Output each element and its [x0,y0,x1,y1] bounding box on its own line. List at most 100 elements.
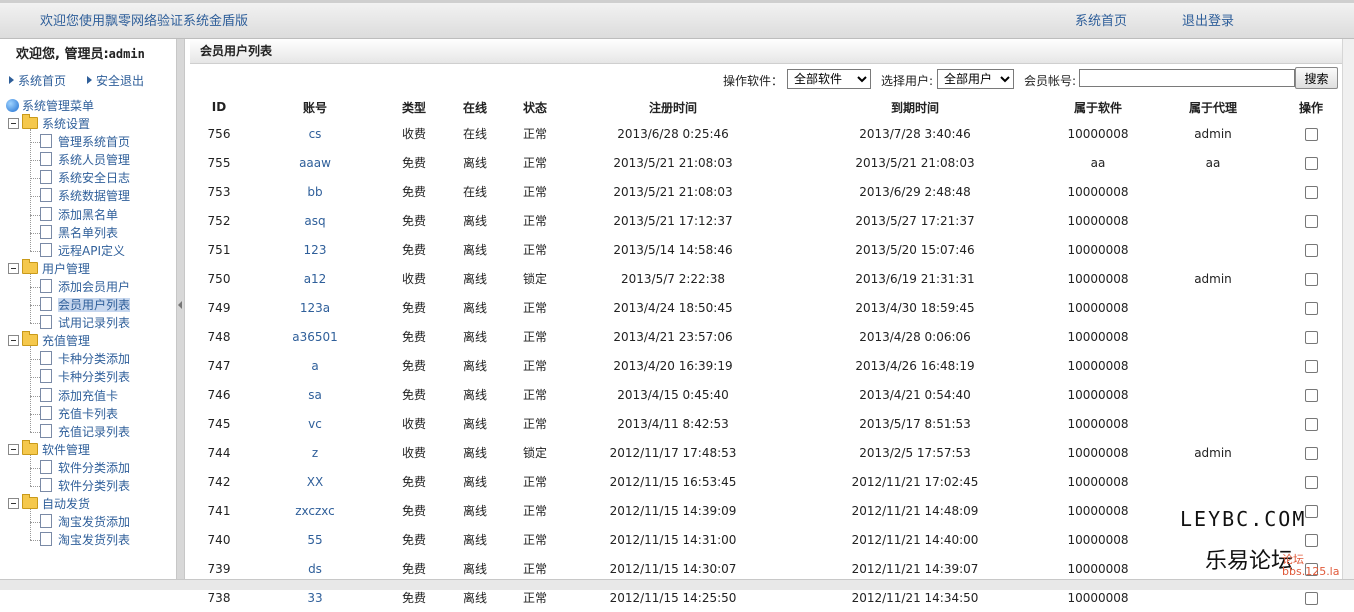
collapse-icon[interactable] [8,335,19,347]
menu-item[interactable]: 淘宝发货添加 [40,513,130,531]
user-select[interactable]: 全部用户 [937,69,1014,89]
menu-item[interactable]: 添加会员用户 [40,278,130,296]
table-header-row: ID 账号 类型 在线 状态 注册时间 到期时间 属于软件 属于代理 操作 [190,95,1342,119]
collapse-icon[interactable] [8,443,19,455]
menu-item[interactable]: 淘宝发货列表 [40,531,130,549]
menu-group[interactable]: 充值管理 [8,331,90,350]
menu-item-label: 添加充值卡 [58,388,119,403]
sidebar-splitter[interactable] [176,39,185,579]
vertical-scrollbar[interactable] [1342,39,1354,579]
account-filter-label: 会员帐号: [1024,74,1077,88]
menu-group[interactable]: 系统设置 [8,114,90,133]
quick-logout-link[interactable]: 安全退出 [87,72,144,89]
menu-item[interactable]: 管理系统首页 [40,133,130,151]
menu-item[interactable]: 软件分类添加 [40,459,130,477]
menu-group[interactable]: 用户管理 [8,258,90,278]
account-link[interactable]: cs [248,119,382,148]
account-link[interactable]: 55 [248,525,382,554]
menu-item[interactable]: 卡种分类列表 [40,368,130,386]
row-action-cell [1280,409,1342,438]
account-link[interactable]: XX [248,467,382,496]
watermark-site: LEYBC.COM [1180,507,1307,531]
menu-item[interactable]: 系统人员管理 [40,151,130,169]
menu-item[interactable]: 软件分类列表 [40,477,130,495]
menu-item[interactable]: 试用记录列表 [40,314,130,332]
account-link[interactable]: a36501 [248,322,382,351]
account-link[interactable]: 123 [248,235,382,264]
account-search-input[interactable] [1079,69,1295,87]
account-link[interactable]: z [248,438,382,467]
menu-group[interactable]: 自动发货 [8,494,90,513]
collapse-icon[interactable] [8,118,19,129]
table-cell: 2013/6/29 2:48:48 [859,184,971,199]
row-select-checkbox[interactable] [1304,156,1318,170]
menu-item[interactable]: 添加充值卡 [40,387,118,405]
table-body: 756 cs 收费 在线 正常 2013/6/28 0:25:46 2013/7/28 3:… [190,119,1342,612]
row-action-cell [1280,206,1342,235]
menu-item-label: 淘宝发货添加 [58,515,131,530]
table-cell: 2012/11/17 17:48:53 [609,445,737,460]
table-cell: 免费 [401,533,426,547]
row-select-checkbox[interactable] [1304,330,1318,344]
table-cell: 正常 [522,388,547,402]
menu-item[interactable]: 充值记录列表 [40,423,130,441]
row-select-checkbox[interactable] [1304,504,1318,518]
collapse-arrow-icon[interactable] [178,301,182,309]
account-link[interactable]: zxczxc [248,496,382,525]
table-row: 740 55 免费 离线 正常 2012/11/15 14:31:00 2012/11/21… [190,525,1342,554]
page-icon [40,170,52,185]
search-button[interactable]: 搜索 [1295,67,1338,89]
row-select-checkbox[interactable] [1304,301,1318,315]
software-select[interactable]: 全部软件 [787,69,871,89]
row-select-checkbox[interactable] [1304,533,1318,547]
menu-item[interactable]: 充值卡列表 [40,405,118,423]
row-select-checkbox[interactable] [1304,127,1318,141]
row-select-checkbox[interactable] [1304,272,1318,286]
table-cell: 10000008 [1067,387,1129,402]
logout-link[interactable]: 退出登录 [1182,10,1234,29]
user-filter-label: 选择用户: [881,74,934,88]
home-link[interactable]: 系统首页 [1075,10,1127,29]
arrow-icon [9,76,14,84]
account-link[interactable]: vc [248,409,382,438]
collapse-icon[interactable] [8,262,19,274]
account-link[interactable]: a12 [248,264,382,293]
account-link[interactable]: 123a [248,293,382,322]
menu-item[interactable]: 系统安全日志 [40,169,130,187]
account-link[interactable]: asq [248,206,382,235]
row-select-checkbox[interactable] [1304,185,1318,199]
tree-connector [30,196,40,198]
row-select-checkbox[interactable] [1304,417,1318,431]
account-link[interactable]: bb [248,177,382,206]
account-link[interactable]: aaaw [248,148,382,177]
table-cell: 正常 [522,417,547,431]
menu-item-label: 远程API定义 [58,243,125,258]
table-cell: 2013/5/14 14:58:46 [613,242,733,257]
row-select-checkbox[interactable] [1304,214,1318,228]
table-row: 744 z 收费 离线 锁定 2012/11/17 17:48:53 2013/2/5 17… [190,438,1342,467]
menu-item[interactable]: 黑名单列表 [40,224,118,242]
row-select-checkbox[interactable] [1304,591,1318,605]
menu-item[interactable]: 远程API定义 [40,242,125,260]
menu-item[interactable]: 添加黑名单 [40,206,118,224]
account-link[interactable]: sa [248,380,382,409]
row-select-checkbox[interactable] [1304,388,1318,402]
menu-item[interactable]: 卡种分类添加 [40,350,130,368]
row-action-cell [1280,148,1342,177]
row-action-cell [1280,264,1342,293]
table-cell: 免费 [401,359,426,373]
row-select-checkbox[interactable] [1304,359,1318,373]
menu-item[interactable]: 会员用户列表 [40,296,131,314]
collapse-icon[interactable] [8,498,19,510]
menu-group[interactable]: 软件管理 [8,439,90,459]
row-select-checkbox[interactable] [1304,475,1318,489]
quick-home-link[interactable]: 系统首页 [9,72,66,89]
account-link[interactable]: a [248,351,382,380]
table-cell: 免费 [401,156,426,170]
row-select-checkbox[interactable] [1304,446,1318,460]
menu-item-label: 系统人员管理 [58,153,131,168]
tree-connector [30,395,40,397]
menu-item-label: 卡种分类列表 [58,370,131,385]
menu-item[interactable]: 系统数据管理 [40,187,130,205]
row-select-checkbox[interactable] [1304,243,1318,257]
